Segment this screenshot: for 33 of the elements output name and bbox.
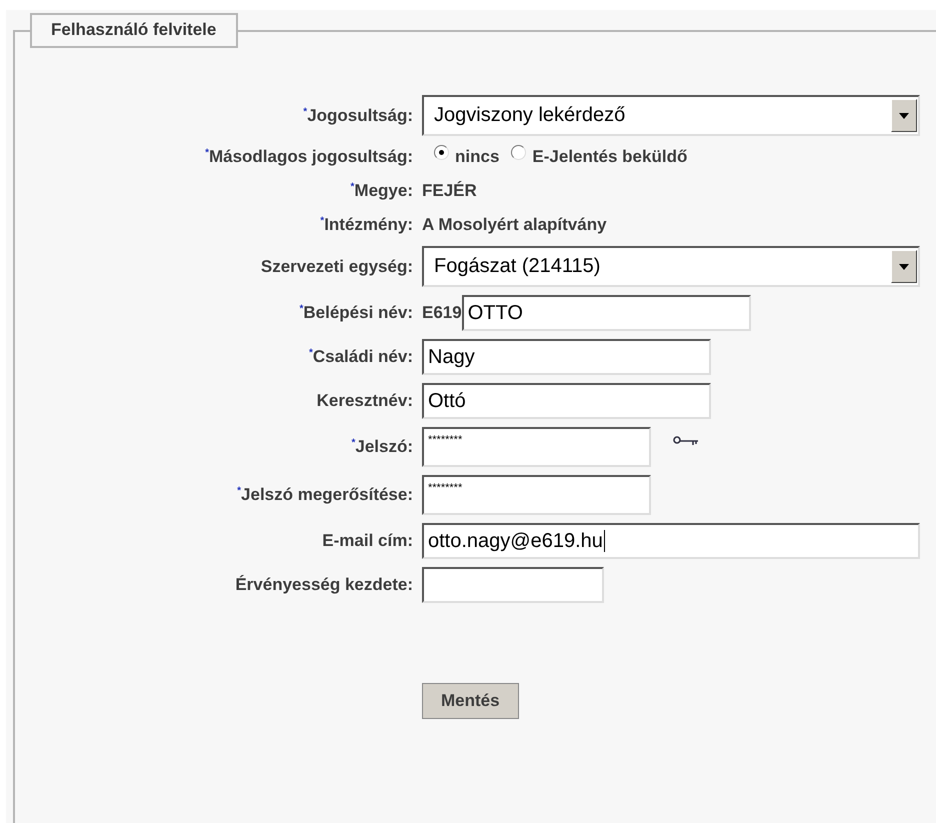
dropdown[interactable]: Jogviszony lekérdező [422, 95, 920, 136]
radio-label[interactable]: nincs [455, 147, 500, 167]
radio-button[interactable] [434, 144, 449, 160]
field-label: $^{*}$Intézmény: [319, 215, 413, 235]
password-field[interactable]: ******** [422, 475, 651, 515]
field-value: FEJÉR [422, 181, 477, 201]
input-field[interactable] [422, 567, 604, 603]
input-field[interactable]: otto.nagy@e619.hu [422, 523, 920, 559]
field-label: $^{*}$Családi név: [308, 347, 413, 367]
dropdown[interactable]: Fogászat (214115) [422, 246, 920, 287]
field-label: Szervezeti egység: [260, 256, 413, 276]
section-title: Felhasználó felvitele [30, 13, 238, 48]
radio-button[interactable] [511, 144, 526, 160]
field-label: $^{*}$Jelszó megerősítése: [236, 485, 413, 505]
field-label: $^{*}$Jelszó: [350, 437, 413, 457]
field-label: $^{*}$Jogosultság: [302, 106, 413, 126]
save-button[interactable]: Mentés [422, 683, 519, 719]
prefix-text: E619 [422, 303, 462, 323]
field-label: $^{*}$Megye: [350, 181, 413, 201]
input-field[interactable]: Nagy [422, 339, 711, 375]
input-field[interactable]: OTTO [462, 295, 751, 331]
field-label: $^{*}$Belépési név: [298, 303, 413, 323]
key-icon[interactable] [673, 435, 699, 447]
input-field[interactable]: Ottó [422, 383, 711, 419]
caret-icon [899, 112, 909, 118]
field-label: $^{*}$Másodlagos jogosultság: [204, 147, 413, 167]
caret-icon [899, 264, 909, 270]
field-label: Érvényesség kezdete: [234, 575, 413, 595]
field-label: Keresztnév: [316, 391, 413, 411]
field-value: A Mosolyért alapítvány [422, 215, 607, 235]
password-field[interactable]: ******** [422, 427, 651, 467]
field-label: E-mail cím: [321, 531, 413, 551]
radio-label[interactable]: E-Jelentés beküldő [532, 147, 688, 167]
